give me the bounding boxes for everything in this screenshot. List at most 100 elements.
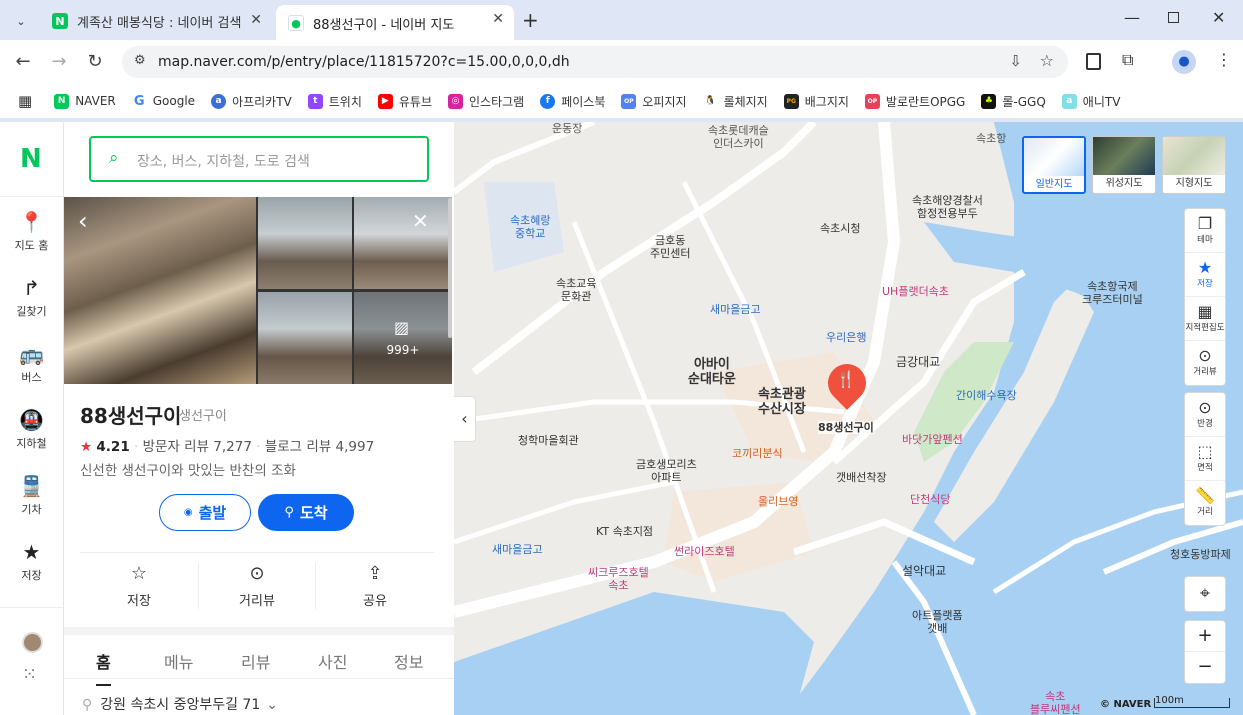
map-label[interactable]: 속초항 (976, 132, 1006, 145)
back-button[interactable]: ← (12, 51, 34, 72)
saved-button[interactable]: ★ 저장 (1185, 253, 1225, 297)
distance-button[interactable]: 📏 거리 (1185, 481, 1225, 525)
map-label[interactable]: 금강대교 (896, 356, 940, 369)
map-label[interactable]: 청호동방파제 (1170, 548, 1231, 561)
theme-button[interactable]: ❐ 테마 (1185, 209, 1225, 253)
nav-bus[interactable]: 🚌 버스 (0, 342, 63, 385)
map-label[interactable]: 속초시청 (820, 222, 860, 235)
area-button[interactable]: ⬚ 면적 (1185, 437, 1225, 481)
photo-gallery[interactable]: ▨ 999+ ‹ ✕ (64, 197, 452, 384)
selected-place-label[interactable]: 88생선구이 (818, 421, 874, 434)
photo-thumbnail[interactable] (258, 292, 352, 384)
zoom-out-button[interactable]: − (1185, 652, 1225, 683)
blog-reviews-link[interactable]: 블로그 리뷰 4,997 (265, 439, 374, 455)
profile-avatar[interactable]: ● (1172, 50, 1196, 74)
zoom-in-button[interactable]: + (1185, 621, 1225, 652)
bookmark-afreeca[interactable]: a 아프리카TV (211, 93, 292, 110)
bookmark-google[interactable]: G Google (131, 93, 195, 109)
tab-menu[interactable]: 메뉴 (164, 649, 193, 673)
map-label[interactable]: 속초교육 문화관 (556, 277, 596, 303)
apps-grid-icon[interactable]: ▦ (18, 92, 32, 110)
map-label[interactable]: 속초관광 수산시장 (758, 387, 806, 417)
bookmark-star-icon[interactable]: ☆ (1040, 51, 1054, 70)
address-bar[interactable]: ⚙ map.naver.com/p/entry/place/11815720?c… (122, 46, 1068, 78)
naver-logo[interactable]: N (20, 144, 42, 174)
map-label[interactable]: 코끼리분식 (732, 447, 783, 460)
extensions-icon[interactable]: ⧉ (1122, 50, 1133, 70)
map-label[interactable]: 아트플랫폼 갯배 (912, 609, 963, 635)
bookmark-instagram[interactable]: ◎ 인스타그램 (448, 93, 524, 110)
current-location-button[interactable]: ⌖ (1184, 576, 1226, 612)
map-label[interactable]: 속초 블루씨펜션 (1030, 690, 1081, 715)
map-label[interactable]: 청학마을회관 (518, 434, 579, 447)
share-action[interactable]: ⇪ 공유 (316, 563, 434, 609)
arrive-button[interactable]: ⚲ 도착 (258, 494, 354, 531)
bookmark-naver[interactable]: N NAVER (54, 93, 116, 109)
map-label[interactable]: 속초항국제 크루즈터미널 (1082, 280, 1143, 306)
new-tab-button[interactable]: + (522, 8, 539, 32)
nav-directions[interactable]: ↱ 길찾기 (0, 276, 63, 319)
streetview-action[interactable]: ⊙ 거리뷰 (198, 563, 316, 609)
map-label[interactable]: 속초혜랑 중학교 (510, 214, 550, 240)
photo-thumbnail[interactable] (354, 197, 452, 289)
map-label[interactable]: 올리브영 (758, 495, 798, 508)
close-window-button[interactable]: ✕ (1212, 8, 1225, 27)
tab-photo[interactable]: 사진 (318, 649, 347, 673)
bookmark-youtube[interactable]: ▶ 유튜브 (377, 93, 432, 110)
tab-close-icon[interactable]: ✕ (492, 11, 504, 27)
streetview-button[interactable]: ⊙ 거리뷰 (1185, 341, 1225, 385)
map-canvas[interactable]: 운동장 속초롯데캐슬 인더스카이 속초항 속초혜랑 중학교 금호동 주민센터 속… (454, 122, 1243, 715)
maptype-satellite[interactable]: 위성지도 (1092, 136, 1156, 194)
save-action[interactable]: ☆ 저장 (80, 563, 198, 609)
forward-button[interactable]: → (48, 51, 70, 72)
visitor-reviews-link[interactable]: 방문자 리뷰 7,277 (143, 439, 252, 455)
main-photo[interactable] (64, 197, 256, 384)
radius-button[interactable]: ⊙ 반경 (1185, 393, 1225, 437)
map-label[interactable]: 씨크루즈호텔 속초 (588, 566, 649, 592)
naver-attribution[interactable]: © NAVER (1100, 699, 1151, 710)
reading-list-icon[interactable] (1086, 53, 1101, 70)
map-label[interactable]: 운동장 (552, 122, 582, 135)
tab-home[interactable]: 홈 (96, 649, 111, 686)
nav-saved[interactable]: ★ 저장 (0, 540, 63, 583)
tab-info[interactable]: 정보 (394, 649, 423, 673)
map-label[interactable]: 간이해수욕장 (956, 389, 1017, 402)
browser-tab-search[interactable]: N 계족산 매봉식당 : 네이버 검색 ✕ (40, 6, 272, 36)
bookmark-lolchess[interactable]: 🐧 롤체지지 (702, 93, 768, 110)
panel-scrollbar[interactable] (448, 198, 452, 338)
bookmark-anitv[interactable]: a 애니TV (1061, 93, 1120, 110)
menu-dots-icon[interactable]: ⋮ (1216, 50, 1232, 69)
map-label[interactable]: 바닷가앞펜션 (902, 433, 963, 446)
maptype-terrain[interactable]: 지형지도 (1162, 136, 1226, 194)
photo-thumbnail[interactable] (258, 197, 352, 289)
address-row[interactable]: ⚲ 강원 속초시 중앙부두길 71 ⌄ (82, 694, 278, 714)
nav-train[interactable]: 🚆 기차 (0, 474, 63, 517)
photo-thumbnail-more[interactable]: ▨ 999+ (354, 292, 452, 384)
more-services-grid-icon[interactable]: ⁙ (22, 664, 37, 685)
tab-search-button[interactable]: ⌄ (10, 12, 32, 32)
map-label[interactable]: 금호동 주민센터 (650, 234, 690, 260)
depart-button[interactable]: ◉ 출발 (159, 494, 251, 531)
tab-review[interactable]: 리뷰 (241, 649, 270, 673)
bookmark-facebook[interactable]: f 페이스북 (540, 93, 605, 110)
bookmark-pubg[interactable]: PG 배그지지 (783, 93, 849, 110)
browser-tab-map[interactable]: ● 88생선구이 - 네이버 지도 ✕ (276, 5, 514, 41)
reload-button[interactable]: ↻ (84, 51, 106, 72)
map-label[interactable]: UH플랫더속초 (882, 285, 949, 298)
maptype-normal[interactable]: 일반지도 (1022, 136, 1086, 194)
map-label[interactable]: KT 속초지점 (596, 525, 653, 538)
map-label[interactable]: 금호생모리츠 아파트 (636, 458, 697, 484)
minimize-button[interactable]: — (1124, 8, 1140, 27)
cadastral-button[interactable]: ▦ 지적편집도 (1185, 297, 1225, 341)
map-label[interactable]: 아바이 순대타운 (688, 357, 736, 387)
nav-subway[interactable]: 🚇 지하철 (0, 408, 63, 451)
bookmark-ggq[interactable]: ♣ 롤-GGQ (981, 93, 1046, 110)
maximize-button[interactable] (1168, 12, 1179, 23)
site-info-icon[interactable]: ⚙ (134, 53, 146, 68)
map-label[interactable]: 설악대교 (902, 565, 946, 578)
nav-map-home[interactable]: 📍 지도 홈 (0, 210, 63, 253)
search-input[interactable]: ⌕ 장소, 버스, 지하철, 도로 검색 (89, 136, 429, 182)
bookmark-twitch[interactable]: t 트위치 (307, 93, 362, 110)
map-label[interactable]: 우리은행 (826, 331, 866, 344)
user-avatar[interactable] (22, 632, 43, 653)
